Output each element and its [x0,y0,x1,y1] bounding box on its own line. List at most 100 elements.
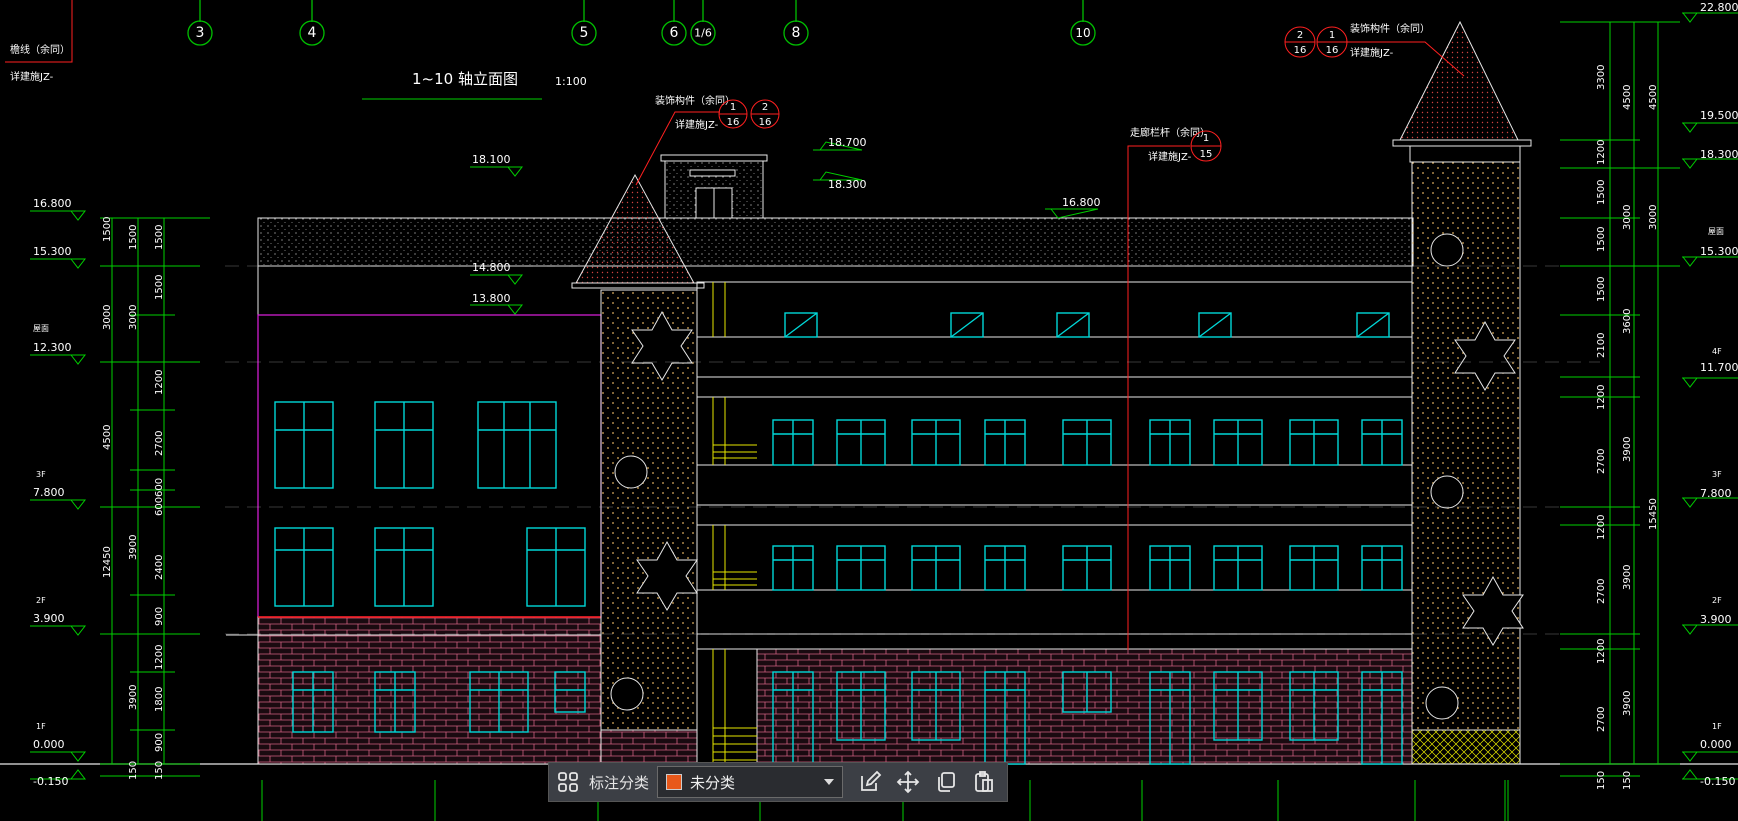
paste-button[interactable] [965,763,1003,801]
svg-text:3F: 3F [36,470,46,479]
svg-text:-0.150: -0.150 [33,775,68,788]
svg-text:7.800: 7.800 [33,486,65,499]
svg-text:3900: 3900 [1622,437,1633,462]
elevation-drawing[interactable]: 檐线（余同） 详建施JZ- 3 4 5 6 1/6 8 10 1~10 轴立面图… [0,0,1738,821]
right-tower [1392,20,1532,765]
svg-text:2700: 2700 [1596,707,1607,732]
callout-top-left-a: 檐线（余同） [10,43,70,56]
svg-text:150: 150 [1596,771,1607,790]
svg-text:7.800: 7.800 [1700,487,1732,500]
svg-text:1200: 1200 [1596,515,1607,540]
svg-text:-0.150: -0.150 [1700,775,1735,788]
svg-text:屋面: 屋面 [33,324,49,333]
category-color-swatch [666,774,683,790]
svg-text:4F: 4F [1712,347,1722,356]
svg-text:2: 2 [1297,30,1303,41]
svg-text:15: 15 [1200,149,1213,160]
svg-text:3900: 3900 [1622,691,1633,716]
svg-text:3300: 3300 [1596,65,1607,90]
svg-text:1200: 1200 [1596,140,1607,165]
svg-text:16: 16 [1294,45,1307,56]
svg-text:1500: 1500 [1596,180,1607,205]
svg-text:4500: 4500 [1622,85,1633,110]
svg-text:18.100: 18.100 [472,153,511,166]
svg-text:13.800: 13.800 [472,292,511,305]
drawing-title: 1~10 轴立面图 [412,70,518,88]
svg-text:16: 16 [1326,45,1339,56]
svg-text:1200: 1200 [154,645,165,670]
svg-text:2F: 2F [36,596,46,605]
svg-text:600: 600 [154,478,165,497]
grid-label: 6 [670,25,679,41]
svg-text:详建施JZ-: 详建施JZ- [1350,46,1394,59]
svg-text:16: 16 [727,117,740,128]
cad-viewport[interactable]: 檐线（余同） 详建施JZ- 3 4 5 6 1/6 8 10 1~10 轴立面图… [0,0,1738,821]
svg-text:1500: 1500 [1596,277,1607,302]
callout-top-left-b: 详建施JZ- [10,70,54,83]
svg-text:150: 150 [1622,771,1633,790]
grid-label: 5 [580,25,589,41]
svg-text:2700: 2700 [154,431,165,456]
edit-button[interactable] [851,763,889,801]
svg-text:3000: 3000 [1622,205,1633,230]
svg-text:14.800: 14.800 [472,261,511,274]
svg-text:4500: 4500 [102,425,113,450]
copy-button[interactable] [927,763,965,801]
svg-text:装饰构件（余同）: 装饰构件（余同） [1350,22,1430,35]
main-block [696,281,1413,765]
svg-text:1F: 1F [1712,722,1722,731]
grid-label: 10 [1075,26,1090,40]
copy-icon [938,772,955,792]
svg-text:150: 150 [128,761,139,780]
svg-text:15.300: 15.300 [1700,245,1738,258]
right-elevations: 22.800 19.500 18.300 15.300 11.700 7.800… [1682,1,1738,788]
svg-text:详建施JZ-: 详建施JZ- [675,118,719,131]
svg-text:1800: 1800 [154,687,165,712]
grid-label: 3 [196,25,205,41]
paste-icon [975,771,993,792]
svg-text:3900: 3900 [128,535,139,560]
svg-text:2F: 2F [1712,596,1722,605]
svg-text:详建施JZ-: 详建施JZ- [1148,150,1192,163]
svg-text:11.700: 11.700 [1700,361,1738,374]
svg-text:1F: 1F [36,722,46,731]
svg-text:15.300: 15.300 [33,245,72,258]
left-elevations: 16.800 15.300 12.300 7.800 3.900 0.000 -… [30,197,87,788]
svg-text:16.800: 16.800 [1062,196,1101,209]
svg-text:3000: 3000 [128,305,139,330]
svg-text:1200: 1200 [154,370,165,395]
grid-label: 1/6 [694,27,712,40]
svg-text:3F: 3F [1712,470,1722,479]
svg-text:2100: 2100 [1596,333,1607,358]
svg-text:3900: 3900 [1622,565,1633,590]
chevron-down-icon [824,779,835,785]
move-icon [896,770,920,794]
category-select-value: 未分类 [690,773,736,792]
svg-text:1200: 1200 [1596,385,1607,410]
svg-text:1200: 1200 [1596,639,1607,664]
svg-text:装饰构件（余同）: 装饰构件（余同） [655,94,735,107]
svg-text:1: 1 [1329,30,1335,41]
svg-text:3900: 3900 [128,685,139,710]
roof-penthouse [660,154,768,219]
svg-text:2700: 2700 [1596,449,1607,474]
move-button[interactable] [889,763,927,801]
svg-text:18.300: 18.300 [828,178,867,191]
svg-text:3600: 3600 [1622,309,1633,334]
svg-text:1500: 1500 [154,275,165,300]
svg-text:2: 2 [762,102,768,113]
svg-text:150: 150 [154,761,165,780]
svg-text:0.000: 0.000 [33,738,65,751]
svg-text:3000: 3000 [102,305,113,330]
callout-railing: 走廊栏杆（余同） 详建施JZ- 1 15 [1127,126,1222,650]
svg-text:1: 1 [730,102,736,113]
drawing-scale: 1:100 [555,75,587,88]
svg-text:18.300: 18.300 [1700,148,1738,161]
svg-text:15450: 15450 [1648,498,1659,530]
svg-text:4500: 4500 [1648,85,1659,110]
svg-text:屋面: 屋面 [1708,227,1724,236]
svg-text:1500: 1500 [1596,227,1607,252]
category-select[interactable]: 未分类 [657,766,844,798]
grid-view-button[interactable] [549,763,587,801]
svg-text:0.000: 0.000 [1700,738,1732,751]
